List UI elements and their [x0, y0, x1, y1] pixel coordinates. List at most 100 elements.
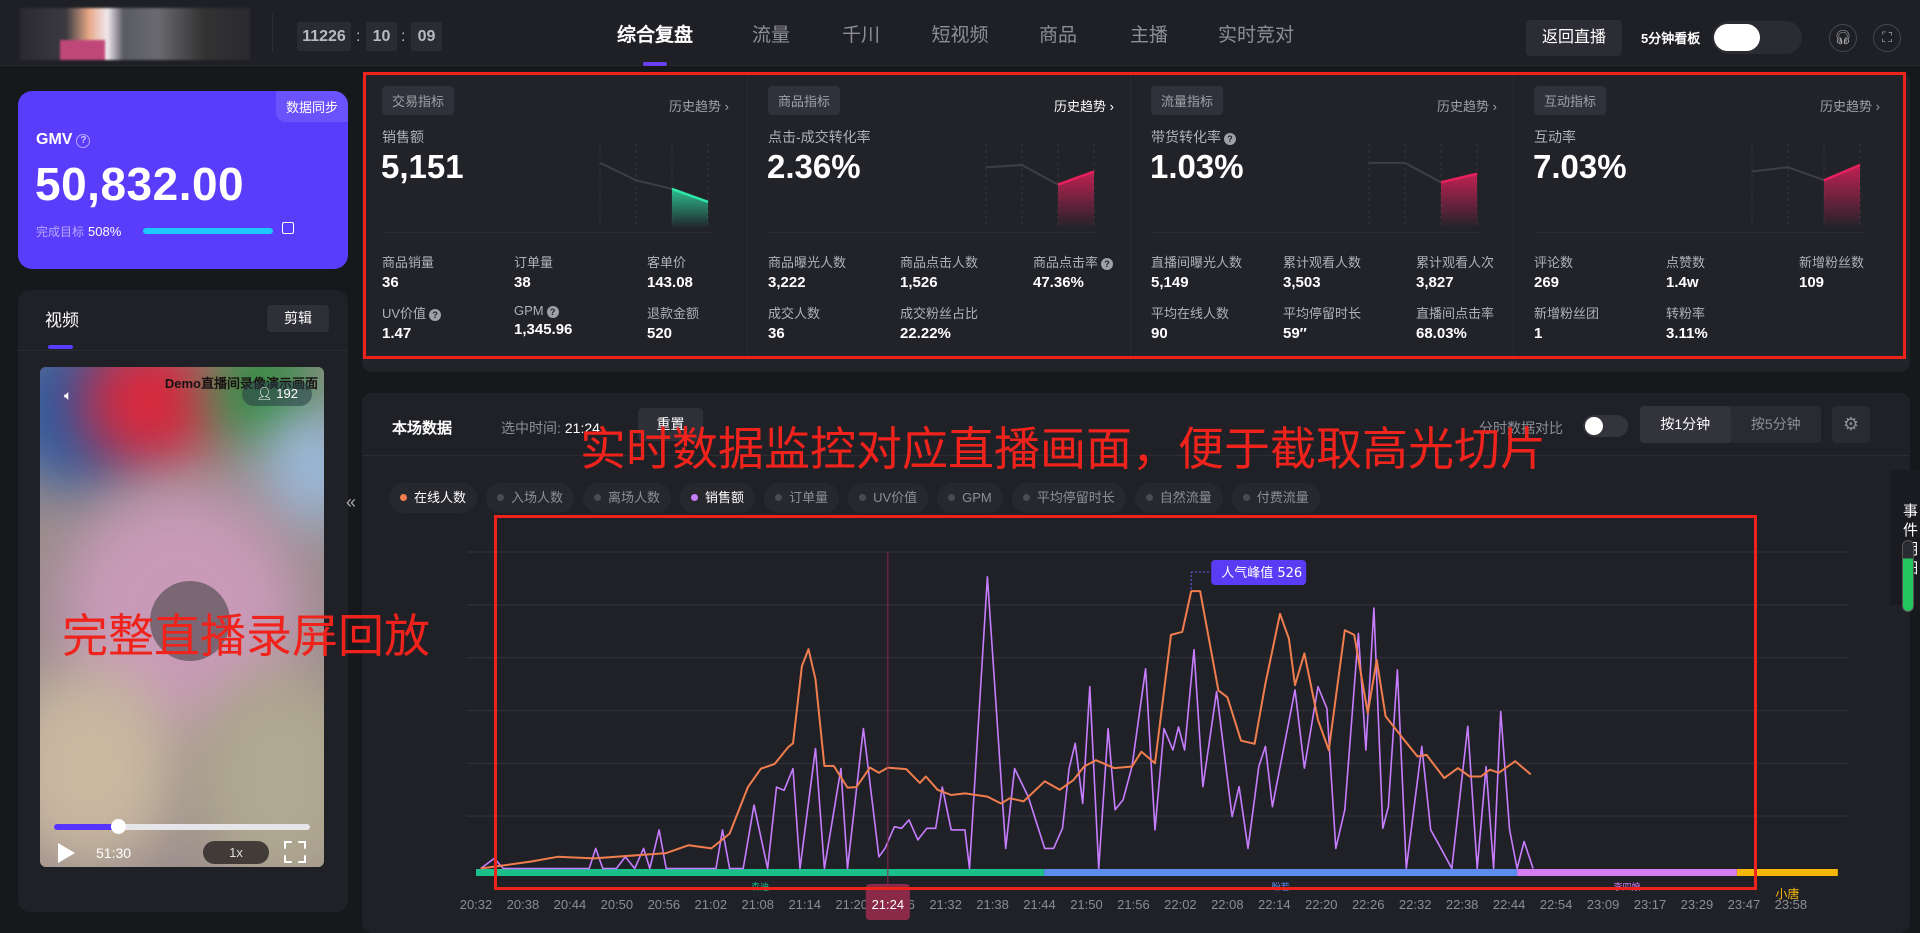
sub-metric: 平均在线人数90	[1151, 303, 1281, 342]
nav-tab[interactable]: 商品	[1039, 20, 1077, 47]
nav-tab[interactable]: 实时竞对	[1218, 20, 1294, 47]
metric-group: 互动指标 历史趋势 › 互动率 7.03% 评论数269点赞数1.4w新增粉丝数…	[1513, 72, 1896, 362]
help-icon[interactable]: ?	[1224, 133, 1236, 145]
sub-metric-label-text: 新增粉丝团	[1534, 306, 1599, 321]
viewer-count-value: 192	[276, 386, 298, 401]
metric-group-tag: 商品指标	[768, 86, 840, 115]
legend-dot	[497, 494, 504, 501]
divider	[1151, 232, 1481, 233]
history-trend-link[interactable]: 历史趋势 ›	[1054, 96, 1114, 115]
help-icon[interactable]: ?	[76, 134, 90, 148]
legend-chip[interactable]: 入场人数	[486, 483, 574, 513]
headphones-icon[interactable]: 🎧︎	[1829, 24, 1857, 52]
legend-chip[interactable]: 自然流量	[1135, 483, 1223, 513]
metric-sparkline	[1750, 144, 1862, 228]
timer-colon: :	[401, 22, 405, 51]
account-avatar-blurred	[20, 8, 250, 60]
x-tick-label: 22:44	[1493, 897, 1526, 912]
interval-5min-button[interactable]: 按5分钟	[1731, 406, 1822, 443]
legend-chip[interactable]: GPM	[937, 483, 1003, 513]
interval-1min-button[interactable]: 按1分钟	[1640, 406, 1731, 443]
sub-metric-label: 点赞数	[1666, 252, 1796, 271]
nav-tab[interactable]: 千川	[842, 20, 880, 47]
sub-metric-label-text: 平均停留时长	[1283, 306, 1361, 321]
play-icon[interactable]	[58, 843, 75, 863]
sub-metric-label: 商品点击人数	[900, 252, 1030, 271]
board-5min-toggle[interactable]	[1712, 21, 1802, 54]
gear-icon[interactable]: ⚙︎	[1832, 406, 1870, 443]
legend-dot	[1023, 494, 1030, 501]
gmv-card: 数据同步 GMV? 50,832.00 完成目标508%	[18, 91, 348, 269]
help-icon[interactable]: ?	[1101, 258, 1113, 270]
target-label: 完成目标	[36, 225, 84, 239]
help-icon[interactable]: ?	[547, 306, 559, 318]
sub-metric-label: 平均在线人数	[1151, 303, 1281, 322]
legend-chip[interactable]: 订单量	[764, 483, 839, 513]
panel-title: 本场数据	[392, 417, 452, 438]
legend-label: 销售额	[705, 490, 744, 505]
x-tick-label: 20:32	[460, 897, 493, 912]
compare-toggle[interactable]	[1583, 415, 1628, 437]
x-tick-label: 21:14	[788, 897, 821, 912]
sub-metric-label: 直播间曝光人数	[1151, 252, 1281, 271]
peak-value: 526	[1277, 566, 1302, 581]
edit-icon[interactable]	[282, 222, 294, 234]
host-segment-label: 森迪	[751, 881, 769, 893]
help-icon[interactable]: ?	[429, 309, 441, 321]
timer-seconds: 09	[411, 22, 442, 51]
video-tab[interactable]: 视频	[45, 306, 79, 331]
x-tick-label: 23:47	[1728, 897, 1761, 912]
host-segment-label: 盼若	[1272, 881, 1290, 893]
sub-metric: 平均停留时长59″	[1283, 303, 1413, 342]
legend-chip[interactable]: 付费流量	[1232, 483, 1320, 513]
legend-label: 订单量	[789, 490, 828, 505]
video-scrubber[interactable]	[54, 824, 310, 830]
scrollbar[interactable]	[1902, 540, 1914, 612]
legend-chip[interactable]: UV价值	[848, 483, 928, 513]
nav-tab[interactable]: 主播	[1130, 20, 1168, 47]
collapse-sidebar-icon[interactable]: «	[346, 492, 356, 513]
sub-metric-label-text: 评论数	[1534, 255, 1573, 270]
legend-chip[interactable]: 离场人数	[583, 483, 671, 513]
history-trend-link[interactable]: 历史趋势 ›	[669, 96, 729, 115]
legend-chip[interactable]: 平均停留时长	[1012, 483, 1126, 513]
nav-tab[interactable]: 综合复盘	[617, 20, 693, 47]
legend-chip[interactable]: 在线人数	[389, 483, 477, 513]
metrics-panel: 交易指标 历史趋势 › 销售额 5,151 商品销量36订单量38客单价143.…	[362, 72, 1910, 372]
sub-metric-value: 1,345.96	[514, 321, 644, 338]
scrubber-thumb[interactable]	[111, 819, 126, 834]
sub-metric-label-text: 商品点击人数	[900, 255, 978, 270]
sub-metric-value: 109	[1799, 274, 1920, 291]
series-line-sales	[481, 577, 1533, 869]
sub-metric-value: 269	[1534, 274, 1664, 291]
chart-legend: 在线人数入场人数离场人数 销售额 订单量 UV价值 GPM 平均停留时长自然流量付费流量	[389, 483, 1320, 513]
video-time: 51:30	[96, 845, 131, 861]
sub-metric-label-text: 直播间点击率	[1416, 306, 1494, 321]
x-tick-label: 22:38	[1446, 897, 1479, 912]
back-to-live-button[interactable]: 返回直播	[1526, 20, 1622, 56]
legend-chip[interactable]: 销售额	[680, 483, 755, 513]
clip-edit-button[interactable]: 剪辑	[267, 305, 329, 332]
legend-dot	[594, 494, 601, 501]
history-trend-link[interactable]: 历史趋势 ›	[1437, 96, 1497, 115]
gmv-target: 完成目标508%	[36, 223, 121, 240]
playback-speed-button[interactable]: 1x	[203, 841, 269, 864]
sub-metric-label: 转粉率	[1666, 303, 1796, 322]
metric-value: 5,151	[381, 148, 464, 186]
nav-tab[interactable]: 流量	[752, 20, 790, 47]
metric-value: 2.36%	[767, 148, 861, 186]
metric-label: 点击-成交转化率	[768, 127, 871, 147]
sub-metric-label-text: 退款金额	[647, 306, 699, 321]
history-trend-link[interactable]: 历史趋势 ›	[1820, 96, 1880, 115]
fullscreen-icon[interactable]: ⛶	[1873, 24, 1901, 52]
x-tick-label: 20:50	[601, 897, 634, 912]
metric-label-text: 互动率	[1534, 129, 1576, 145]
sub-metric-label-text: 商品曝光人数	[768, 255, 846, 270]
volume-icon[interactable]: 🔈︎	[64, 387, 72, 404]
live-data-chart[interactable]: 森迪盼若李四娘小唐20:3220:3820:4420:5020:5621:022…	[440, 520, 1860, 920]
data-sync-button[interactable]: 数据同步	[276, 91, 348, 122]
sparkline-history	[1369, 163, 1441, 183]
sub-metric-label: 新增粉丝数	[1799, 252, 1920, 271]
nav-tab[interactable]: 短视频	[931, 20, 988, 47]
legend-dot	[775, 494, 782, 501]
